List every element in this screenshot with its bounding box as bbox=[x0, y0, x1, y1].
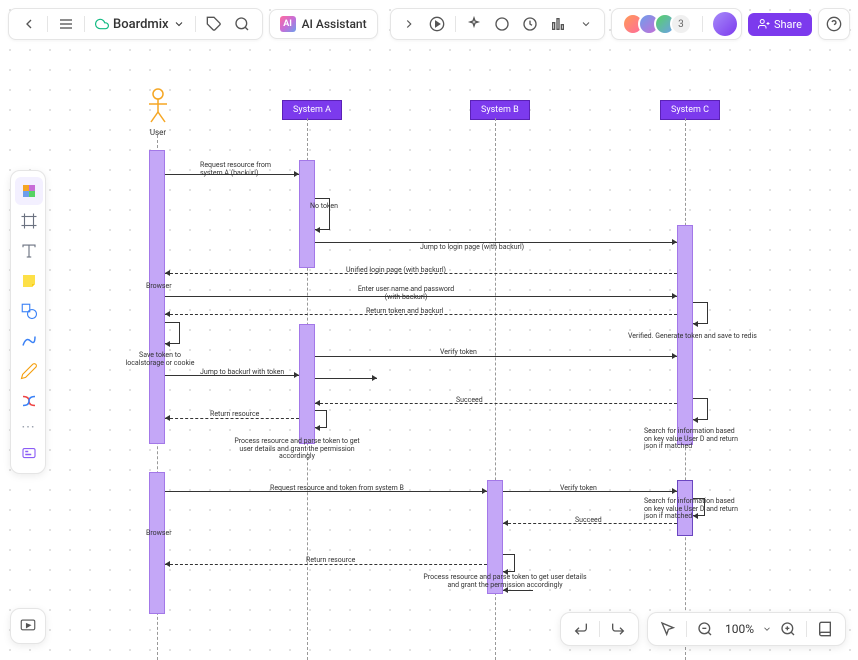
top-left-controls: Boardmix bbox=[8, 8, 263, 40]
msg-9: Jump to backurl with token bbox=[200, 368, 284, 376]
zoom-dropdown-icon[interactable] bbox=[762, 624, 772, 634]
avatar-more-count: 3 bbox=[670, 13, 692, 35]
brand-label: Boardmix bbox=[113, 17, 169, 32]
zoom-level[interactable]: 100% bbox=[721, 622, 758, 636]
browser-label-2: Browser bbox=[146, 530, 168, 538]
msg-8: Save token to localstorage or cookie bbox=[120, 352, 200, 367]
share-label: Share bbox=[774, 18, 802, 31]
share-button[interactable]: Share bbox=[748, 13, 812, 36]
msg-17: Search for information based on key valu… bbox=[644, 498, 744, 521]
chart-button[interactable] bbox=[546, 12, 570, 36]
help-button[interactable] bbox=[824, 14, 844, 34]
chevron-down-icon bbox=[173, 18, 185, 30]
connector-tool[interactable] bbox=[15, 387, 43, 415]
actor-system-a[interactable]: System A bbox=[282, 100, 342, 120]
text-tool[interactable] bbox=[15, 237, 43, 265]
play-button[interactable] bbox=[425, 12, 449, 36]
msg-2: No token bbox=[310, 202, 338, 210]
brand-dropdown[interactable]: Boardmix bbox=[91, 17, 189, 32]
zoom-out-button[interactable] bbox=[693, 617, 717, 641]
top-bar: Boardmix AI AI Assistant 3 bbox=[0, 8, 858, 40]
ai-assistant-label: AI Assistant bbox=[302, 17, 367, 31]
msg-1: Request resource from system A (backurl) bbox=[200, 162, 280, 177]
tag-button[interactable] bbox=[202, 12, 226, 36]
redo-button[interactable] bbox=[606, 617, 630, 641]
menu-button[interactable] bbox=[54, 12, 78, 36]
msg-13: Return resource bbox=[210, 410, 259, 418]
undo-button[interactable] bbox=[569, 617, 593, 641]
zoom-in-button[interactable] bbox=[776, 617, 800, 641]
minimap-button[interactable] bbox=[813, 617, 837, 641]
pointer-button[interactable] bbox=[656, 617, 680, 641]
cloud-icon bbox=[95, 17, 109, 31]
msg-5: Enter user name and password (with backu… bbox=[356, 286, 456, 301]
msg-19: Return resource bbox=[306, 556, 355, 564]
line-tool[interactable] bbox=[15, 327, 43, 355]
browser-label-1: Browser bbox=[146, 283, 168, 291]
bottom-bar: 100% bbox=[560, 612, 846, 646]
ai-assistant-button[interactable]: AI AI Assistant bbox=[269, 9, 378, 39]
msg-10: Verify token bbox=[440, 348, 477, 356]
search-button[interactable] bbox=[230, 12, 254, 36]
user-icon bbox=[145, 88, 171, 124]
activation-system-a-2[interactable] bbox=[299, 324, 315, 444]
collaborator-avatars[interactable]: 3 bbox=[622, 13, 692, 35]
msg-18: Succeed bbox=[575, 516, 602, 524]
component-tool[interactable] bbox=[15, 439, 43, 467]
pen-tool[interactable] bbox=[15, 357, 43, 385]
msg-4: Unified login page (with backurl) bbox=[346, 266, 446, 274]
more-button[interactable] bbox=[574, 12, 598, 36]
activation-browser-1[interactable] bbox=[149, 150, 165, 444]
present-button[interactable] bbox=[10, 608, 46, 644]
msg-7: Verified. Generate token and save to red… bbox=[628, 332, 757, 340]
msg-12: Succeed bbox=[456, 396, 483, 404]
msg-16: Verify token bbox=[560, 484, 597, 492]
msg-11: Search for information based on key valu… bbox=[644, 428, 744, 451]
msg-6: Return token and backurl bbox=[366, 307, 443, 315]
sequence-diagram[interactable]: User System A System B System C Browser … bbox=[0, 50, 858, 660]
actor-user-label: User bbox=[145, 128, 171, 137]
actor-system-b[interactable]: System B bbox=[470, 100, 530, 120]
ai-icon: AI bbox=[280, 16, 296, 32]
more-tools[interactable]: ⋯ bbox=[15, 419, 41, 435]
sticky-tool[interactable] bbox=[15, 267, 43, 295]
sparkle-button[interactable] bbox=[462, 12, 486, 36]
activation-browser-2[interactable] bbox=[149, 472, 165, 614]
frame-tool[interactable] bbox=[15, 207, 43, 235]
actor-system-c[interactable]: System C bbox=[660, 100, 720, 120]
shape-tool[interactable] bbox=[15, 297, 43, 325]
back-button[interactable] bbox=[17, 12, 41, 36]
activation-system-a-1[interactable] bbox=[299, 160, 315, 268]
msg-15: Request resource and token from system B bbox=[270, 484, 404, 492]
msg-3: Jump to login page (with backurl) bbox=[420, 243, 524, 251]
msg-14: Process resource and parse token to get … bbox=[232, 438, 362, 461]
expand-button[interactable] bbox=[397, 12, 421, 36]
current-user-avatar[interactable] bbox=[713, 12, 737, 36]
share-icon bbox=[758, 18, 770, 30]
select-tool[interactable] bbox=[15, 177, 43, 205]
history-button[interactable] bbox=[518, 12, 542, 36]
left-toolbar: ⋯ bbox=[10, 170, 46, 474]
comment-button[interactable] bbox=[490, 12, 514, 36]
